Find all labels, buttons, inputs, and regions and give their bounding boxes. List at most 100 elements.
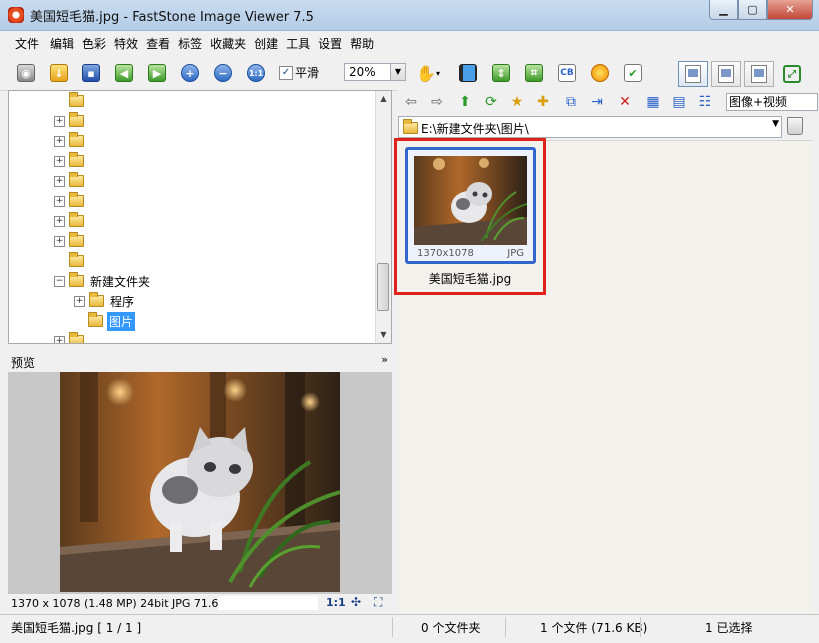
tree-folder[interactable]: + — [54, 231, 88, 251]
menu-file[interactable]: 文件 — [8, 35, 46, 52]
tree-folder-new[interactable]: − 新建文件夹 — [54, 271, 152, 291]
fullscreen-preview-icon[interactable] — [744, 61, 774, 87]
tree-folder[interactable]: + — [54, 131, 88, 151]
path-combobox[interactable]: E:\新建文件夹\图片\ ▼ — [398, 116, 782, 138]
details-view-icon[interactable]: ▤ — [670, 93, 688, 111]
expand-icon[interactable]: + — [54, 335, 65, 343]
scroll-thumb[interactable] — [377, 263, 389, 311]
thumbnails-view-icon[interactable]: ▦ — [644, 93, 662, 111]
refresh-icon[interactable]: ⟳ — [482, 93, 500, 111]
back-icon[interactable]: ⇦ — [402, 93, 420, 111]
fit-icon[interactable]: ✣ — [351, 595, 361, 609]
hand-tool-icon[interactable]: ✋ ▾ — [416, 62, 440, 84]
image-info: 1370 x 1078 (1.48 MP) 24bit JPG 71.6 KB — [11, 597, 237, 610]
scroll-up-icon[interactable]: ▲ — [376, 91, 391, 107]
tree-folder-pictures[interactable]: 图片 — [88, 311, 136, 331]
expand-icon[interactable]: + — [74, 295, 85, 307]
scroll-down-icon[interactable]: ▼ — [376, 327, 391, 343]
menu-tags[interactable]: 标签 — [174, 35, 206, 52]
trash-icon[interactable] — [787, 117, 803, 135]
expand-icon[interactable]: + — [54, 155, 65, 167]
status-folders: 0 个文件夹 — [421, 621, 481, 635]
expand-icon[interactable]: + — [54, 195, 65, 207]
status-selected: 1 已选择 — [705, 621, 753, 635]
folder-icon — [69, 232, 84, 247]
browser-mode-icon[interactable] — [678, 61, 708, 87]
zoom-in-icon[interactable]: + — [179, 62, 201, 84]
preview-panel[interactable] — [8, 372, 392, 594]
tree-folder-program[interactable]: + 程序 — [74, 291, 136, 311]
chevron-down-icon[interactable]: ▼ — [772, 119, 779, 129]
zoom-out-icon[interactable]: − — [212, 62, 234, 84]
tree-folder[interactable]: + — [54, 151, 88, 171]
next-icon[interactable]: ▶ — [146, 62, 168, 84]
folder-icon — [69, 152, 84, 167]
actual-size-button[interactable]: 1:1 — [326, 596, 346, 609]
forward-icon[interactable]: ⇨ — [428, 93, 446, 111]
close-button[interactable]: ✕ — [767, 0, 813, 20]
folder-icon — [69, 132, 84, 147]
smooth-label: 平滑 — [295, 66, 320, 80]
list-view-icon[interactable]: ☷ — [696, 93, 714, 111]
menu-edit[interactable]: 编辑 — [46, 35, 78, 52]
tree-folder[interactable] — [69, 91, 88, 111]
checklist-icon[interactable]: ✔ — [622, 62, 644, 84]
tree-scrollbar[interactable]: ▲ ▼ — [375, 91, 391, 343]
expand-icon[interactable]: + — [54, 175, 65, 187]
fullscreen-small-icon[interactable]: ⛶ — [374, 595, 382, 610]
effects-icon[interactable] — [589, 62, 611, 84]
folder-icon — [89, 292, 104, 307]
maximize-button[interactable]: ▢ — [738, 0, 767, 20]
tree-folder[interactable]: + — [54, 171, 88, 191]
menu-tools[interactable]: 工具 — [282, 35, 314, 52]
tree-label: 图片 — [107, 311, 136, 331]
tree-folder[interactable]: + — [54, 191, 88, 211]
collapse-icon[interactable]: » — [381, 353, 388, 366]
zoom-select[interactable]: 20% ▼ — [344, 63, 406, 81]
save-icon[interactable]: ▪ — [80, 62, 102, 84]
fullscreen-icon[interactable]: ⤢ — [777, 61, 807, 87]
tree-folder[interactable] — [69, 251, 88, 271]
menu-color[interactable]: 色彩 — [78, 35, 110, 52]
tree-folder[interactable]: + — [54, 331, 88, 343]
folder-icon — [69, 212, 84, 227]
folder-icon — [69, 112, 84, 127]
slideshow-icon[interactable] — [457, 62, 479, 84]
expand-icon[interactable]: + — [54, 235, 65, 247]
tree-folder[interactable]: + — [54, 211, 88, 231]
move-to-icon[interactable]: ⇥ — [588, 93, 606, 111]
menu-create[interactable]: 创建 — [250, 35, 282, 52]
delete-icon[interactable]: ✕ — [616, 93, 634, 111]
menu-view[interactable]: 查看 — [142, 35, 174, 52]
tree-folder[interactable]: + — [54, 111, 88, 131]
menu-favorites[interactable]: 收藏夹 — [206, 35, 250, 52]
actual-size-icon[interactable]: 1:1 — [245, 62, 267, 84]
copy-to-icon[interactable]: ⧉ — [562, 93, 580, 111]
crop-icon[interactable]: ⌗ — [523, 62, 545, 84]
up-folder-icon[interactable]: ⬆ — [456, 93, 474, 111]
menu-help[interactable]: 帮助 — [346, 35, 378, 52]
minimize-button[interactable]: ▁ — [709, 0, 738, 20]
camera-icon[interactable]: ◉ — [15, 62, 37, 84]
expand-icon[interactable]: + — [54, 115, 65, 127]
menu-effects[interactable]: 特效 — [110, 35, 142, 52]
expand-icon[interactable]: + — [54, 135, 65, 147]
new-folder-icon[interactable]: ✚ — [534, 93, 552, 111]
color-adjust-icon[interactable]: CB — [556, 62, 578, 84]
menu-settings[interactable]: 设置 — [314, 35, 346, 52]
status-bar: 美国短毛猫.jpg [ 1 / 1 ] 0 个文件夹 1 个文件 (71.6 K… — [0, 614, 819, 643]
collapse-icon[interactable]: − — [54, 275, 65, 287]
title-bar: 美国短毛猫.jpg - FastStone Image Viewer 7.5 ▁… — [0, 0, 819, 31]
favorites-icon[interactable]: ★ — [508, 93, 526, 111]
chevron-down-icon[interactable]: ▼ — [390, 64, 405, 80]
expand-icon[interactable]: + — [54, 215, 65, 227]
explorer-mode-icon[interactable] — [711, 61, 741, 87]
folder-tree[interactable]: + + + + + + + − 新建文件夹 + 程序 图片 + ▲ ▼ — [8, 90, 392, 344]
file-type-select[interactable]: 图像+视频 — [726, 93, 818, 111]
previous-icon[interactable]: ◀ — [113, 62, 135, 84]
resize-icon[interactable]: ⇕ — [490, 62, 512, 84]
app-icon[interactable] — [8, 7, 24, 23]
open-folder-icon[interactable]: ↓ — [48, 62, 70, 84]
smooth-checkbox[interactable]: ✓ — [279, 66, 293, 80]
tree-label: 程序 — [110, 294, 135, 309]
